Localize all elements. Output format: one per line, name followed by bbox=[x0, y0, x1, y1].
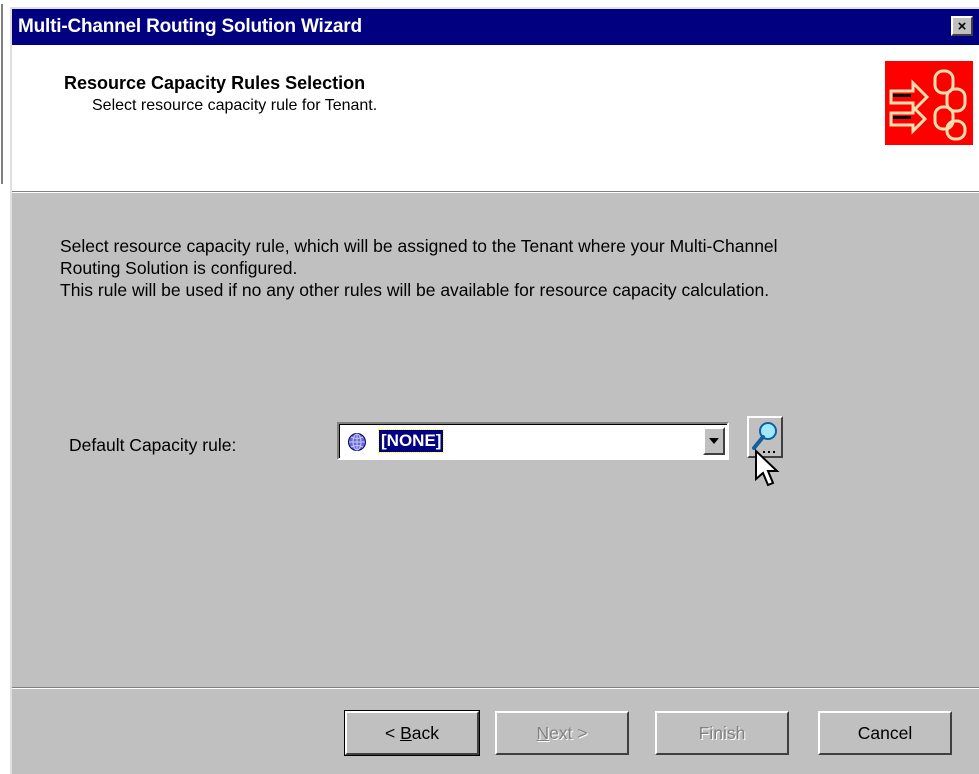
next-mnemonic: N bbox=[536, 722, 550, 743]
mouse-cursor-icon bbox=[755, 449, 780, 487]
wizard-window: Multi-Channel Routing Solution Wizard × … bbox=[10, 7, 979, 774]
back-prefix: < bbox=[384, 722, 401, 743]
chevron-down-icon bbox=[709, 438, 719, 444]
cancel-label: Cancel bbox=[857, 722, 913, 743]
title-bar[interactable]: Multi-Channel Routing Solution Wizard × bbox=[12, 9, 979, 45]
globe-icon bbox=[348, 433, 366, 451]
dropdown-button[interactable] bbox=[703, 427, 725, 455]
page-subtitle: Select resource capacity rule for Tenant… bbox=[92, 97, 378, 114]
description-line: Routing Solution is configured. bbox=[60, 258, 298, 278]
finish-label: Finish bbox=[698, 722, 746, 743]
back-button[interactable]: < Back bbox=[344, 710, 480, 756]
selected-rule-value: [NONE] bbox=[377, 429, 445, 453]
description-line: This rule will be used if no any other r… bbox=[60, 280, 770, 300]
default-capacity-rule-combobox[interactable]: [NONE] bbox=[337, 422, 729, 460]
routing-logo-icon bbox=[885, 61, 973, 145]
description: Select resource capacity rule, which wil… bbox=[60, 235, 960, 301]
description-line: Select resource capacity rule, which wil… bbox=[60, 236, 778, 256]
wizard-header: Resource Capacity Rules Selection Select… bbox=[12, 45, 979, 193]
close-button[interactable]: × bbox=[951, 16, 973, 36]
close-icon: × bbox=[957, 17, 967, 35]
background-edge bbox=[0, 0, 5, 774]
next-rest: ext > bbox=[549, 722, 588, 743]
cancel-button[interactable]: Cancel bbox=[818, 711, 952, 755]
finish-button[interactable]: Finish bbox=[655, 711, 789, 755]
next-button[interactable]: Next > bbox=[495, 711, 629, 755]
back-rest: ack bbox=[411, 722, 439, 743]
window-title: Multi-Channel Routing Solution Wizard bbox=[18, 16, 362, 37]
back-mnemonic: B bbox=[400, 722, 412, 743]
footer-separator bbox=[12, 687, 979, 689]
default-capacity-rule-label: Default Capacity rule: bbox=[69, 435, 237, 455]
page-title: Resource Capacity Rules Selection bbox=[64, 73, 366, 93]
